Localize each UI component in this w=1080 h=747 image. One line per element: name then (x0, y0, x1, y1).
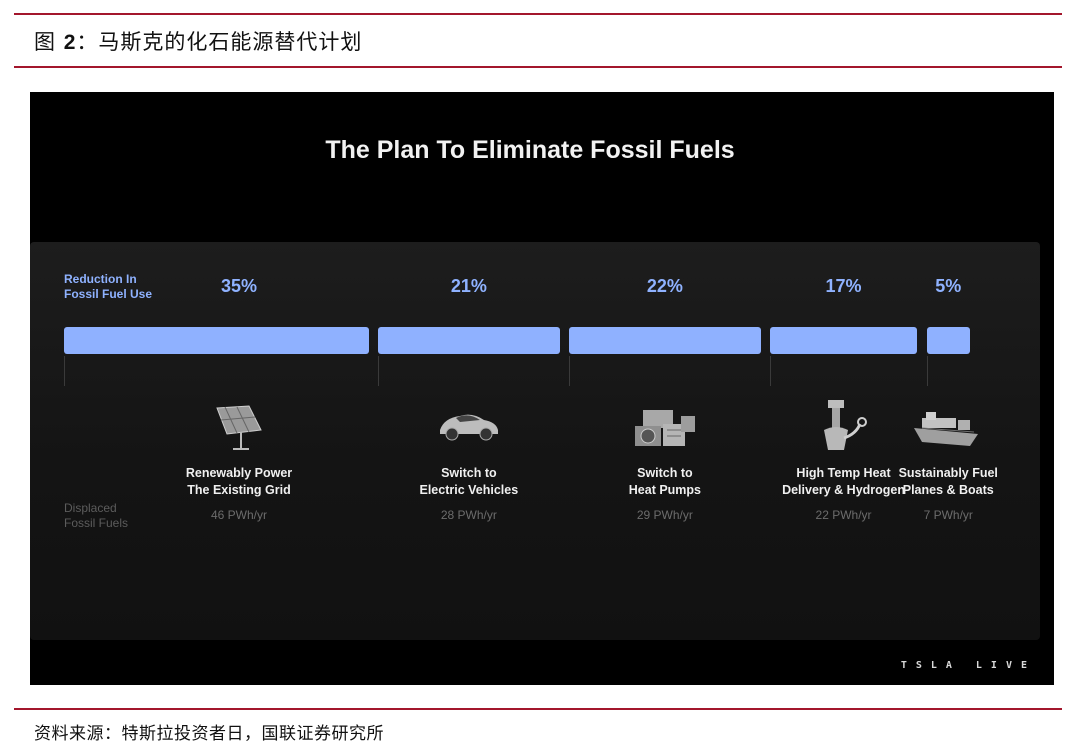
bar-value-label: 17% (825, 276, 862, 296)
slide-screenshot: The Plan To Eliminate Fossil Fuels Reduc… (30, 92, 1054, 685)
bar-value-label: 35% (220, 276, 258, 296)
tesla-live-logo: TSLA LIVE (900, 660, 1036, 671)
slide-title: The Plan To Eliminate Fossil Fuels (325, 136, 735, 164)
ship-icon (912, 404, 984, 454)
solar-panel-icon (211, 404, 267, 456)
reduction-label-line-2: Fossil Fuel Use (64, 287, 153, 301)
category-label-line: Heat Pumps (628, 483, 702, 497)
axis-tick (64, 356, 65, 386)
category-label-line: Renewably Power (185, 466, 293, 480)
displaced-value: 22 PWh/yr (815, 508, 872, 522)
bar-segment (64, 327, 369, 354)
category-label: Sustainably Fuel Planes & Boats (873, 465, 1023, 499)
bar-segment (377, 327, 561, 354)
bar-value-label: 21% (450, 276, 487, 296)
category-label: Switch to Heat Pumps (590, 465, 740, 499)
bar-segment (769, 327, 918, 354)
chart-panel (30, 242, 1040, 640)
figure-title: 图 2：马斯克的化石能源替代计划 (34, 30, 363, 54)
bar-segment (569, 327, 761, 354)
category-label: Renewably Power The Existing Grid (164, 465, 314, 499)
category-label-line: Switch to (637, 466, 693, 480)
title-rule (14, 66, 1062, 68)
reduction-label-line-1: Reduction In (64, 272, 137, 286)
axis-tick (926, 356, 928, 386)
category-label: Switch to Electric Vehicles (394, 465, 544, 499)
electric-car-icon (436, 404, 502, 448)
displaced-label-line-1: Displaced (64, 501, 117, 515)
axis-tick (377, 356, 379, 386)
category-label-line: Sustainably Fuel (898, 466, 998, 480)
axis-tick (569, 356, 571, 386)
figure-source: 资料来源：特斯拉投资者日，国联证券研究所 (34, 724, 384, 744)
bottom-rule (14, 708, 1062, 710)
displaced-value: 28 PWh/yr (440, 508, 497, 522)
bar-value-label: 5% (935, 276, 962, 296)
heat-pump-icon (629, 404, 701, 458)
top-rule (14, 13, 1062, 15)
displaced-value: 7 PWh/yr (923, 508, 973, 522)
bar-value-label: 22% (646, 276, 683, 296)
category-label-line: Electric Vehicles (419, 483, 519, 497)
displaced-value: 29 PWh/yr (636, 508, 693, 522)
displaced-value: 46 PWh/yr (210, 508, 267, 522)
category-label-line: The Existing Grid (187, 483, 291, 497)
displaced-label: Displaced Fossil Fuels (64, 501, 128, 531)
axis-tick (769, 356, 771, 386)
reduction-label: Reduction In Fossil Fuel Use (64, 272, 152, 302)
bar-segment (926, 327, 970, 354)
displaced-label-line-2: Fossil Fuels (64, 516, 129, 530)
hydrogen-furnace-icon (814, 398, 874, 462)
category-label-line: Planes & Boats (902, 483, 994, 497)
category-label-line: Switch to (441, 466, 497, 480)
